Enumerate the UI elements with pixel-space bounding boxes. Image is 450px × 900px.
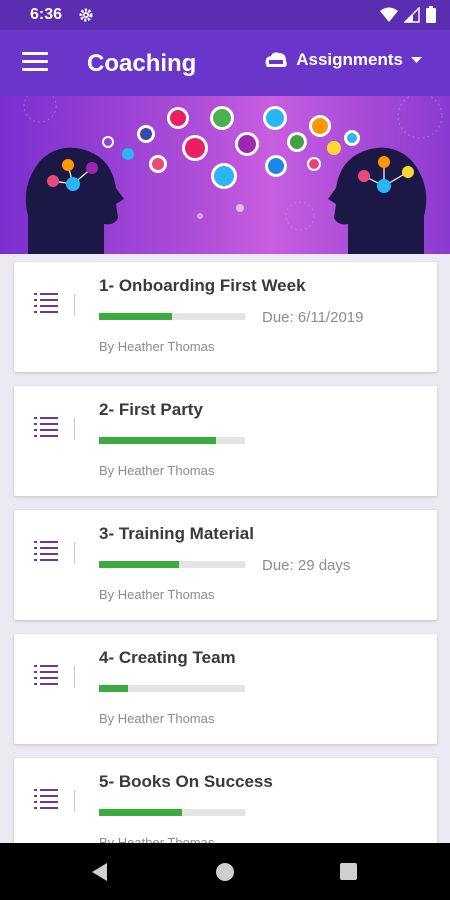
assignment-title: 5- Books On Success xyxy=(99,772,273,791)
progress-fill xyxy=(99,313,172,320)
numbered-list-icon xyxy=(34,789,58,809)
progress-fill xyxy=(99,437,216,444)
menu-icon[interactable] xyxy=(22,52,48,74)
system-navigation-bar xyxy=(0,843,450,900)
progress-bar xyxy=(99,561,245,568)
right-head-silhouette xyxy=(328,147,427,254)
card-divider xyxy=(74,790,75,812)
coaching-banner-illustration xyxy=(0,96,450,254)
status-time: 6:36 xyxy=(30,6,63,23)
card-divider xyxy=(74,294,75,316)
settings-gear-icon xyxy=(79,8,93,22)
progress-bar xyxy=(99,685,245,692)
inbox-cloud-icon xyxy=(265,52,288,67)
home-icon[interactable] xyxy=(216,863,234,881)
battery-icon xyxy=(426,6,436,23)
progress-fill xyxy=(99,685,129,692)
assignment-card[interactable]: 4- Creating Team By Heather Thomas xyxy=(14,634,437,744)
assignment-title: 2- First Party xyxy=(99,400,203,419)
card-divider xyxy=(74,666,75,688)
numbered-list-icon xyxy=(34,541,58,561)
progress-bar xyxy=(99,437,245,444)
due-date: Due: 29 days xyxy=(262,557,351,574)
wifi-icon xyxy=(380,7,398,22)
dropdown-label: Assignments xyxy=(296,50,403,69)
caret-down-icon xyxy=(411,56,422,63)
assignment-title: 4- Creating Team xyxy=(99,648,236,667)
left-head-silhouette xyxy=(25,147,124,254)
assignment-title: 1- Onboarding First Week xyxy=(99,276,306,295)
card-divider xyxy=(74,542,75,564)
assignment-title: 3- Training Material xyxy=(99,524,254,543)
banner-art xyxy=(23,96,443,254)
assignment-card[interactable]: 3- Training Material Due: 29 days By Hea… xyxy=(14,510,437,620)
author: By Heather Thomas xyxy=(99,711,215,726)
recents-icon[interactable] xyxy=(340,863,357,880)
page-title: Coaching xyxy=(87,50,197,77)
assignment-card[interactable]: 1- Onboarding First Week Due: 6/11/2019 … xyxy=(14,262,437,372)
due-date: Due: 6/11/2019 xyxy=(262,309,364,326)
status-bar: 6:36 xyxy=(0,0,450,30)
assignment-list: 1- Onboarding First Week Due: 6/11/2019 … xyxy=(14,262,437,882)
author: By Heather Thomas xyxy=(99,587,215,602)
progress-fill xyxy=(99,561,180,568)
progress-bar xyxy=(99,313,245,320)
app-bar: Coaching Assignments xyxy=(0,30,450,96)
author: By Heather Thomas xyxy=(99,339,215,354)
progress-bar xyxy=(99,809,245,816)
assignments-dropdown[interactable]: Assignments xyxy=(264,50,422,70)
signal-icon xyxy=(404,6,420,23)
author: By Heather Thomas xyxy=(99,463,215,478)
assignment-card[interactable]: 2- First Party By Heather Thomas xyxy=(14,386,437,496)
progress-fill xyxy=(99,809,183,816)
card-divider xyxy=(74,418,75,440)
numbered-list-icon xyxy=(34,665,58,685)
numbered-list-icon xyxy=(34,293,58,313)
back-icon[interactable] xyxy=(92,863,107,881)
numbered-list-icon xyxy=(34,417,58,437)
